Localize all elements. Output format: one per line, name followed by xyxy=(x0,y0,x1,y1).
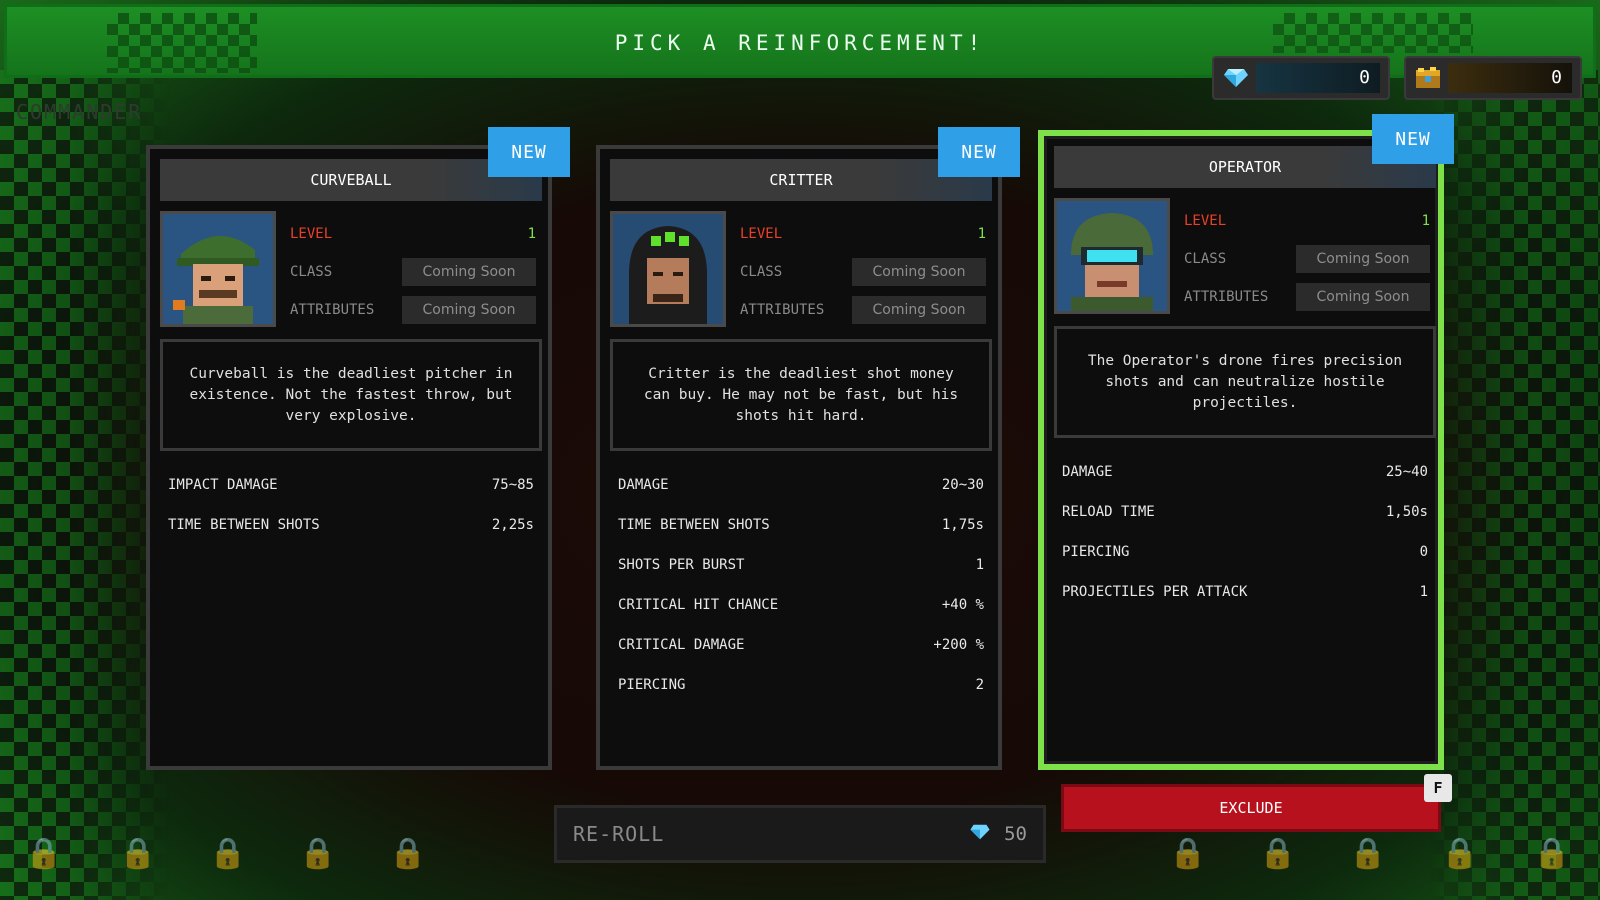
gem-icon xyxy=(1222,64,1250,92)
commander-label: COMMANDER xyxy=(16,100,143,124)
stat-value: 1,75s xyxy=(941,517,984,533)
stat-row: PIERCING 0 xyxy=(1062,532,1428,572)
level-label: LEVEL xyxy=(290,226,333,242)
left-checker-border xyxy=(0,70,170,900)
level-value: 1 xyxy=(1421,213,1430,229)
reroll-button[interactable]: RE-ROLL 50 xyxy=(554,805,1046,863)
card-description: Critter is the deadliest shot money can … xyxy=(610,339,992,451)
stat-row: CRITICAL HIT CHANCE +40 % xyxy=(618,585,984,625)
level-label: LEVEL xyxy=(740,226,783,242)
stat-value: 1,50s xyxy=(1385,504,1428,520)
level-label: LEVEL xyxy=(1184,213,1227,229)
lock-icon: 🔒 xyxy=(299,835,337,871)
reinforcement-card-critter[interactable]: CRITTER NEW LEVEL 1 CLASS Coming Soon ATTR… xyxy=(596,127,1020,770)
card-description: Curveball is the deadliest pitcher in ex… xyxy=(160,339,542,451)
class-label: CLASS xyxy=(290,264,333,280)
exclude-button[interactable]: EXCLUDE xyxy=(1061,784,1441,832)
attributes-value: Coming Soon xyxy=(1296,283,1430,311)
reroll-cost: 50 xyxy=(1004,823,1027,845)
new-badge: NEW xyxy=(938,127,1020,177)
critter-portrait xyxy=(610,211,726,327)
stat-value: +40 % xyxy=(941,597,984,613)
lock-icon: 🔒 xyxy=(389,835,427,871)
class-value: Coming Soon xyxy=(402,258,536,286)
card-title: CRITTER xyxy=(610,159,992,201)
stat-row: SHOTS PER BURST 1 xyxy=(618,545,984,585)
stat-value: 25~40 xyxy=(1385,464,1428,480)
stat-value: +200 % xyxy=(933,637,984,653)
curveball-portrait xyxy=(160,211,276,327)
stat-label: TIME BETWEEN SHOTS xyxy=(618,517,770,533)
stat-label: PIERCING xyxy=(618,677,686,693)
class-value: Coming Soon xyxy=(852,258,986,286)
new-badge: NEW xyxy=(1372,114,1454,164)
stat-value: 1 xyxy=(1419,584,1428,600)
gem-icon xyxy=(970,824,990,845)
stat-row: DAMAGE 20~30 xyxy=(618,465,984,505)
lock-icon: 🔒 xyxy=(1259,835,1297,871)
reroll-label: RE-ROLL xyxy=(573,822,665,846)
stat-row: TIME BETWEEN SHOTS 1,75s xyxy=(618,505,984,545)
attributes-label: ATTRIBUTES xyxy=(290,302,375,318)
stat-label: TIME BETWEEN SHOTS xyxy=(168,517,320,533)
stat-value: 0 xyxy=(1419,544,1428,560)
reinforcement-card-operator[interactable]: OPERATOR NEW LEVEL 1 CLASS Coming Soon ATT… xyxy=(1038,114,1454,770)
level-value: 1 xyxy=(527,226,536,242)
stat-row: TIME BETWEEN SHOTS 2,25s xyxy=(168,505,534,545)
attributes-value: Coming Soon xyxy=(402,296,536,324)
lock-icon: 🔒 xyxy=(209,835,247,871)
reinforcement-card-curveball[interactable]: CURVEBALL NEW LEVEL 1 CLASS Coming Soon AT… xyxy=(146,127,570,770)
lock-icon: 🔒 xyxy=(119,835,157,871)
stat-label: PROJECTILES PER ATTACK xyxy=(1062,584,1248,600)
stat-row: PROJECTILES PER ATTACK 1 xyxy=(1062,572,1428,612)
stat-value: 20~30 xyxy=(941,477,984,493)
stat-label: CRITICAL HIT CHANCE xyxy=(618,597,779,613)
page-title: PICK A REINFORCEMENT! xyxy=(614,31,986,55)
attributes-label: ATTRIBUTES xyxy=(740,302,825,318)
gold-count: 0 xyxy=(1448,63,1572,93)
class-label: CLASS xyxy=(1184,251,1227,267)
gem-counter: 0 xyxy=(1212,56,1390,100)
class-label: CLASS xyxy=(740,264,783,280)
new-badge: NEW xyxy=(488,127,570,177)
lock-icon: 🔒 xyxy=(1533,835,1571,871)
stat-row: CRITICAL DAMAGE +200 % xyxy=(618,625,984,665)
stat-label: IMPACT DAMAGE xyxy=(168,477,278,493)
lock-icon: 🔒 xyxy=(1169,835,1207,871)
stat-row: RELOAD TIME 1,50s xyxy=(1062,492,1428,532)
keybind-badge: F xyxy=(1424,774,1452,802)
stat-label: PIERCING xyxy=(1062,544,1130,560)
stat-value: 1 xyxy=(975,557,984,573)
gold-chest-icon xyxy=(1414,64,1442,92)
lock-icon: 🔒 xyxy=(1441,835,1479,871)
stat-row: DAMAGE 25~40 xyxy=(1062,452,1428,492)
card-description: The Operator's drone fires precision sho… xyxy=(1054,326,1436,438)
gem-count: 0 xyxy=(1256,63,1380,93)
stat-label: CRITICAL DAMAGE xyxy=(618,637,745,653)
card-title: CURVEBALL xyxy=(160,159,542,201)
right-checker-border xyxy=(1430,70,1600,900)
stat-label: DAMAGE xyxy=(1062,464,1113,480)
attributes-label: ATTRIBUTES xyxy=(1184,289,1269,305)
class-value: Coming Soon xyxy=(1296,245,1430,273)
stat-row: IMPACT DAMAGE 75~85 xyxy=(168,465,534,505)
stat-value: 2 xyxy=(975,677,984,693)
level-value: 1 xyxy=(977,226,986,242)
gold-counter: 0 xyxy=(1404,56,1582,100)
operator-portrait xyxy=(1054,198,1170,314)
stat-value: 2,25s xyxy=(491,517,534,533)
stat-label: SHOTS PER BURST xyxy=(618,557,745,573)
stat-label: RELOAD TIME xyxy=(1062,504,1155,520)
stat-row: PIERCING 2 xyxy=(618,665,984,705)
lock-icon: 🔒 xyxy=(1349,835,1387,871)
stat-label: DAMAGE xyxy=(618,477,669,493)
attributes-value: Coming Soon xyxy=(852,296,986,324)
stat-value: 75~85 xyxy=(491,477,534,493)
lock-icon: 🔒 xyxy=(25,835,63,871)
